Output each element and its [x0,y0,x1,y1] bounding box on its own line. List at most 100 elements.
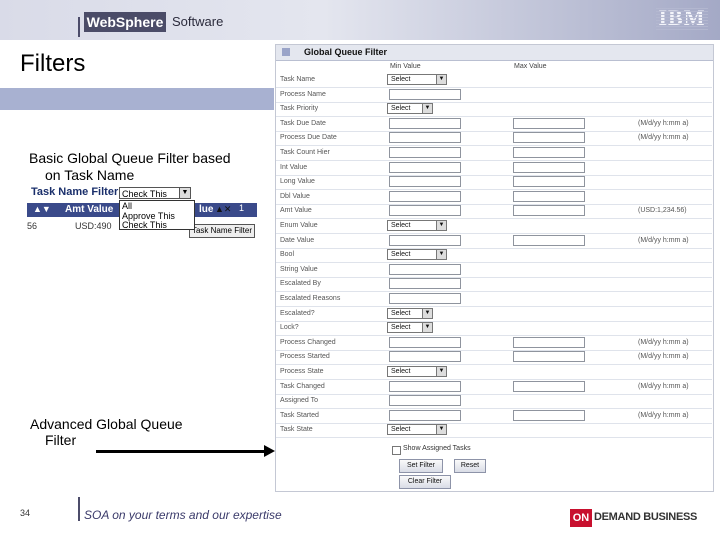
filter-row-label: Enum Value [280,222,318,229]
chevron-down-icon: ▼ [436,367,446,376]
format-hint: (M/d/yy h:mm a) [638,134,689,142]
filter-min-input[interactable] [389,190,461,202]
task-name-filter-button[interactable]: Task Name Filter [189,224,255,238]
advanced-caption-line2: Filter [45,432,77,448]
page-indicator: 1 [239,203,245,213]
filter-min-input[interactable] [389,380,461,392]
filter-select[interactable]: Select ▼ [387,307,433,319]
filter-min-input[interactable] [389,176,461,188]
pointer-arrow-head-icon [264,445,275,457]
filter-select[interactable]: Select ▼ [387,366,447,377]
format-hint: (M/d/yy h:mm a) [638,411,689,419]
filter-row: Process Due Date (M/d/yy h:mm a) [276,131,712,147]
demand-business-text: DEMAND BUSINESS [594,511,698,523]
filter-select[interactable]: Select ▼ [387,249,447,261]
filter-min-input[interactable] [389,395,461,407]
chevron-down-icon: ▼ [436,425,446,435]
basic-caption-line2: on Task Name [45,167,135,183]
filter-max-input[interactable] [513,336,585,348]
filter-select[interactable]: Select ▼ [387,220,447,231]
filter-row: Task Changed (M/d/yy h:mm a) [276,380,712,395]
filter-row: Int Value [276,161,712,176]
sort-arrows-icon[interactable]: ▲▼ [33,204,51,214]
filter-max-input[interactable] [513,409,585,421]
filter-max-input[interactable] [513,132,585,144]
chevron-down-icon: ▼ [436,250,446,260]
filter-min-input[interactable] [389,409,461,421]
filter-row-label: Date Value [280,236,315,244]
basic-filter-screenshot: Task Name Filter Check This ▼ ▲▼ Amt Val… [27,186,257,238]
value-column-header[interactable]: lue [199,204,213,215]
filter-row: Process Started (M/d/yy h:mm a) [276,350,712,366]
amt-value-column-header[interactable]: Amt Value [65,204,113,215]
filter-row-label: Process Started [280,353,330,361]
task-name-dropdown-list[interactable]: All Approve This Check This [119,200,195,230]
format-hint: (M/d/yy h:mm a) [638,382,689,390]
panel-title: Global Queue Filter [304,47,388,57]
filter-row: Escalated By [276,277,712,293]
filter-row-label: Escalated Reasons [280,295,341,302]
filter-select-value: Select [391,309,411,317]
clear-filter-button[interactable]: Clear Filter [399,475,451,489]
filter-max-input[interactable] [513,234,585,246]
filter-min-input[interactable] [389,117,461,129]
format-hint: (M/d/yy h:mm a) [638,119,689,127]
filter-min-input[interactable] [389,336,461,348]
filter-min-input[interactable] [389,351,461,363]
filter-min-input[interactable] [389,132,461,144]
filter-row: Escalated Reasons [276,292,712,307]
page-title: Filters [20,50,86,77]
filter-select[interactable]: Select ▼ [387,424,447,436]
filter-max-input[interactable] [513,161,585,173]
filter-max-input[interactable] [513,147,585,158]
filter-max-input[interactable] [513,351,585,363]
task-name-filter-label: Task Name Filter [31,186,119,198]
filter-row-label: Lock? [280,324,299,332]
filter-row-label: Dbl Value [280,192,310,200]
filter-row-label: Amt Value [280,207,312,215]
filter-min-input[interactable] [389,161,461,173]
filter-min-input[interactable] [389,234,461,246]
filter-select[interactable]: Select ▼ [387,74,447,85]
reset-button[interactable]: Reset [454,459,486,473]
page-number: 34 [20,508,31,518]
filter-min-input[interactable] [389,263,461,275]
filter-row: Process Changed (M/d/yy h:mm a) [276,336,712,351]
filter-row-label: Assigned To [280,397,319,405]
filter-min-input[interactable] [389,88,461,100]
min-value-header: Min Value [390,63,421,70]
chevron-down-icon: ▼ [422,308,432,318]
filter-min-input[interactable] [389,293,461,304]
filter-max-input[interactable] [513,117,585,129]
filter-min-input[interactable] [389,147,461,158]
filter-min-input[interactable] [389,205,461,217]
filter-row: Long Value [276,175,712,191]
filter-min-input[interactable] [389,278,461,290]
filter-select-value: Select [391,324,411,332]
filter-max-input[interactable] [513,205,585,217]
advanced-caption-line1: Advanced Global Queue [30,416,183,432]
show-assigned-checkbox[interactable] [392,446,401,455]
dropdown-option[interactable]: Check This [122,220,192,231]
filter-row: Task Name Select ▼ [276,73,712,88]
header-divider [78,17,80,37]
filter-row: Enum Value Select ▼ [276,219,712,234]
filter-row-label: Process State [280,368,324,375]
filter-row: Process Name [276,88,712,103]
task-name-filter-select[interactable]: Check This ▼ [119,187,191,199]
filter-row-label: Task Priority [280,105,319,113]
show-assigned-label: Show Assigned Tasks [403,445,471,452]
filter-row-label: String Value [280,265,318,273]
footer-tagline: SOA on your terms and our expertise [84,508,282,522]
sort-toggle-icon[interactable]: ▲✕ [215,204,231,215]
filter-max-input[interactable] [513,380,585,392]
filter-max-input[interactable] [513,190,585,202]
filter-row: Amt Value (USD:1,234.56) [276,204,712,220]
set-filter-button[interactable]: Set Filter [399,459,443,473]
chevron-down-icon: ▼ [422,323,432,333]
filter-max-input[interactable] [513,176,585,188]
filter-select[interactable]: Select ▼ [387,322,433,334]
filter-row: Task Count Hier [276,146,712,161]
title-accent-bar [0,88,274,110]
filter-select[interactable]: Select ▼ [387,103,433,115]
